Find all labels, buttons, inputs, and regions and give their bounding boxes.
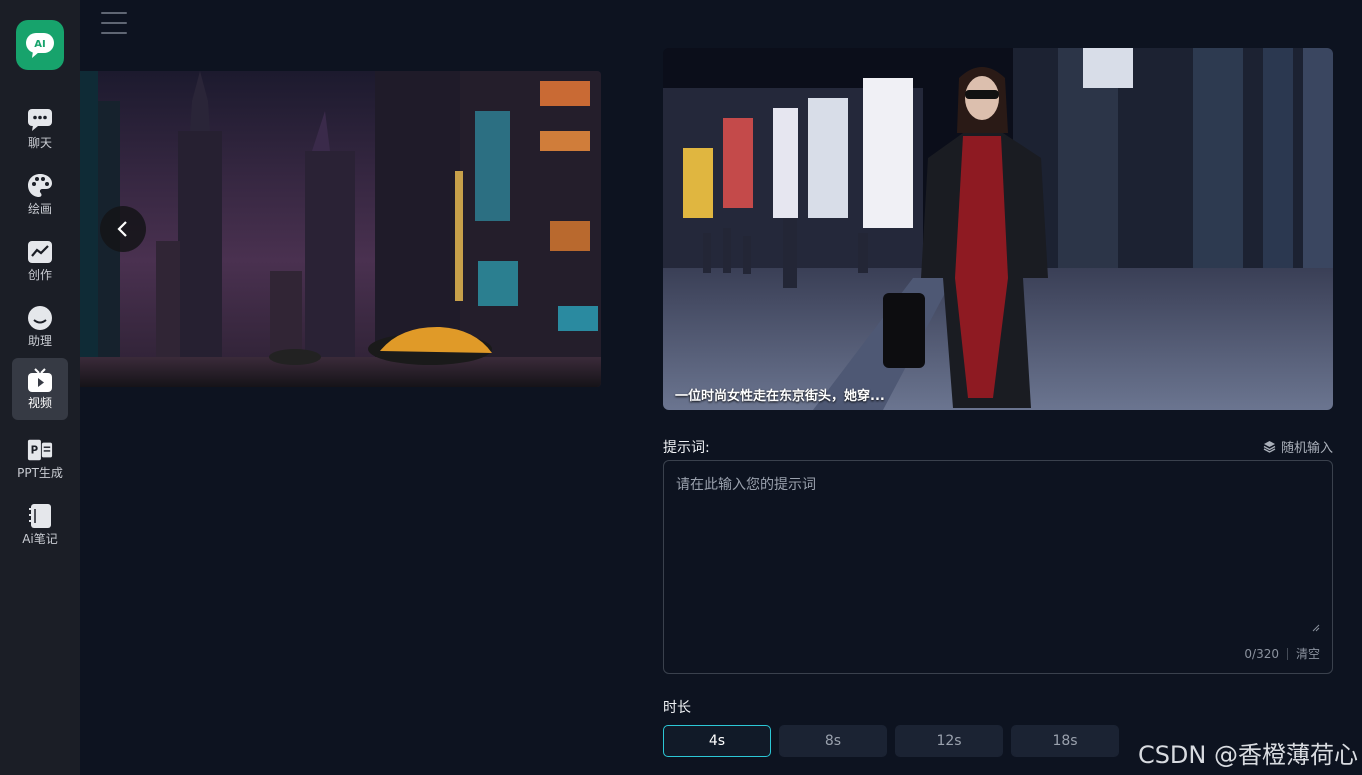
sidebar-item-label: 助理 — [27, 334, 52, 348]
duration-label: 时长 — [663, 700, 691, 716]
sidebar-item-label: Ai笔记 — [22, 532, 58, 546]
sidebar-item-notes[interactable]: Ai笔记 — [12, 494, 68, 556]
duration-option-4s[interactable]: 4s — [663, 725, 771, 757]
duration-option-18s[interactable]: 18s — [1011, 725, 1119, 757]
resize-handle-icon[interactable] — [1312, 624, 1320, 632]
watermark: CSDN @香橙薄荷心 — [1137, 741, 1358, 769]
sidebar-item-video[interactable]: 视频 — [12, 358, 68, 420]
chevron-left-icon — [117, 221, 127, 237]
example-carousel[interactable] — [80, 71, 601, 387]
sidebar-item-create[interactable]: 创作 — [12, 230, 68, 292]
video-caption: 一位时尚女性走在东京街头，她穿... — [675, 389, 885, 404]
tokyo-street-video-frame — [663, 48, 1333, 410]
prompt-footer: 0/320 清空 — [1244, 645, 1320, 662]
logo-icon: AI — [26, 33, 54, 58]
sidebar-item-label: 视频 — [27, 396, 52, 410]
duration-option-12s[interactable]: 12s — [895, 725, 1003, 757]
chart-icon — [27, 239, 53, 265]
prompt-textarea[interactable] — [664, 461, 1332, 639]
palette-icon — [27, 173, 53, 199]
sidebar-item-assistant[interactable]: 助理 — [12, 296, 68, 358]
svg-text:P: P — [31, 446, 39, 457]
sidebar-item-label: 绘画 — [27, 202, 52, 216]
prompt-label: 提示词: — [663, 440, 710, 456]
app-logo[interactable]: AI — [16, 20, 64, 70]
prompt-container: 0/320 清空 — [663, 460, 1333, 674]
video-icon — [27, 367, 53, 393]
ppt-icon: P — [27, 437, 53, 463]
random-input-label: 随机输入 — [1280, 441, 1333, 456]
char-counter: 0/320 — [1244, 646, 1279, 661]
carousel-prev-button[interactable] — [100, 206, 146, 252]
divider — [1286, 647, 1288, 660]
sidebar-item-label: PPT生成 — [17, 466, 63, 480]
hamburger-icon[interactable] — [101, 12, 127, 36]
clear-button[interactable]: 清空 — [1296, 645, 1320, 662]
chat-icon — [27, 107, 53, 133]
layers-icon — [1263, 441, 1276, 453]
duration-option-8s[interactable]: 8s — [779, 725, 887, 757]
random-input-button[interactable]: 随机输入 — [1263, 437, 1333, 456]
video-preview[interactable]: 一位时尚女性走在东京街头，她穿... — [663, 48, 1333, 410]
svg-text:AI: AI — [34, 39, 45, 50]
sidebar-item-chat[interactable]: 聊天 — [12, 98, 68, 160]
city-night-image — [80, 71, 601, 387]
notebook-icon — [27, 503, 53, 529]
assistant-icon — [27, 305, 53, 331]
sidebar: AI 聊天 绘画 创作 助理 视频 P PPT生成 Ai笔记 — [0, 0, 80, 775]
sidebar-item-painting[interactable]: 绘画 — [12, 164, 68, 226]
sidebar-item-label: 聊天 — [27, 136, 52, 150]
sidebar-item-label: 创作 — [27, 268, 52, 282]
sidebar-item-ppt[interactable]: P PPT生成 — [12, 428, 68, 490]
